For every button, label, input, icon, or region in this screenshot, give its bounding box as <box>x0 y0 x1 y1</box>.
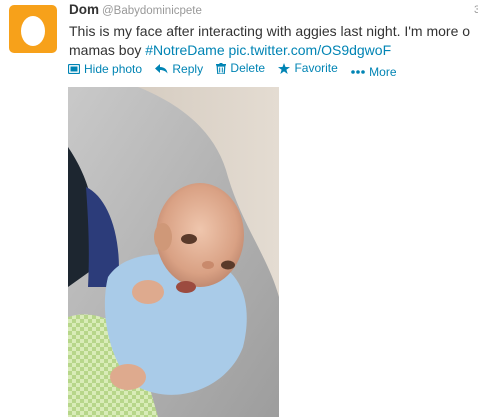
hide-photo-button[interactable]: Hide photo <box>68 62 142 76</box>
tweet-text-line-1: This is my face after interacting with a… <box>69 23 471 39</box>
tweet-photo[interactable] <box>68 87 279 417</box>
hide-photo-label: Hide photo <box>84 61 143 76</box>
favorite-button[interactable]: Favorite <box>278 61 338 75</box>
more-dots-icon <box>351 69 365 74</box>
tweet-text: This is my face after interacting with a… <box>69 22 478 60</box>
timestamp[interactable]: 3 <box>474 4 478 16</box>
star-icon <box>278 62 291 74</box>
more-label: More <box>369 64 397 79</box>
tweet-text-prefix: mamas boy <box>69 42 146 58</box>
more-button[interactable]: More <box>351 64 397 79</box>
baby-photo <box>68 87 279 417</box>
favorite-label: Favorite <box>294 61 338 75</box>
pic-link[interactable]: pic.twitter.com/OS9dgwoF <box>229 42 392 58</box>
hashtag-link[interactable]: #NotreDame <box>145 42 224 58</box>
tweet-text-line-2: mamas boy #NotreDame pic.twitter.com/OS9… <box>69 41 478 60</box>
user-name[interactable]: Dom <box>69 2 99 17</box>
tweet: Dom @Babydominicpete 3 This is my face af… <box>0 0 478 417</box>
delete-button[interactable]: Delete <box>216 61 265 75</box>
reply-button[interactable]: Reply <box>155 62 203 76</box>
egg-avatar-icon <box>21 16 45 46</box>
reply-icon <box>155 63 168 74</box>
tweet-header: Dom @Babydominicpete <box>69 2 202 19</box>
trash-icon <box>216 62 227 74</box>
reply-label: Reply <box>172 61 204 76</box>
user-handle[interactable]: @Babydominicpete <box>102 5 202 17</box>
delete-label: Delete <box>230 61 266 75</box>
avatar[interactable] <box>9 5 57 53</box>
tweet-actions: Hide photo Reply Delete Favorite More <box>68 61 407 79</box>
photo-icon <box>68 63 80 74</box>
